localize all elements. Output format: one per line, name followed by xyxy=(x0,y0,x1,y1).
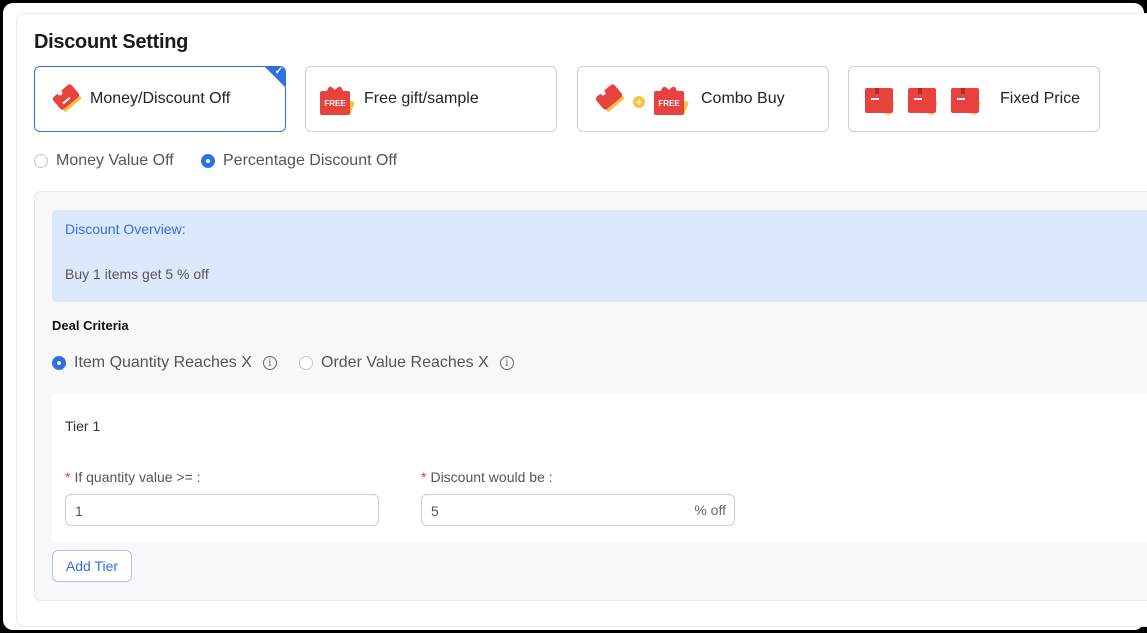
overview-text: Buy 1 items get 5 % off xyxy=(65,266,209,282)
radio-label: Item Quantity Reaches X xyxy=(74,354,252,371)
quantity-label: * If quantity value >= : xyxy=(65,469,201,485)
check-icon: ✓ xyxy=(274,66,283,77)
required-marker: * xyxy=(65,469,71,485)
svg-text:FREE: FREE xyxy=(658,99,680,108)
free-gift-icon: FREE xyxy=(317,79,357,119)
radio-percentage-discount-off[interactable]: Percentage Discount Off xyxy=(201,152,397,170)
radio-circle[interactable] xyxy=(52,356,66,370)
page-title: Discount Setting xyxy=(34,31,189,53)
info-icon[interactable]: i xyxy=(262,356,277,370)
tier-title: Tier 1 xyxy=(65,418,101,434)
radio-money-value-off[interactable]: Money Value Off xyxy=(34,152,174,170)
discount-input[interactable]: 5 % off xyxy=(421,494,735,526)
discount-label: * Discount would be : xyxy=(421,469,553,485)
radio-label: Order Value Reaches X xyxy=(321,354,489,371)
svg-text:+: + xyxy=(636,98,642,109)
discount-type-label: Free gift/sample xyxy=(364,90,479,107)
discount-type-label: Fixed Price xyxy=(1000,90,1081,107)
quantity-input[interactable]: 1 xyxy=(65,494,379,526)
deal-criteria-title: Deal Criteria xyxy=(52,318,129,333)
radio-label: Percentage Discount Off xyxy=(223,152,398,169)
discount-type-fixed-price[interactable]: Fixed Price xyxy=(848,66,1100,132)
discount-type-money-off[interactable]: Money/Discount Off ✓ xyxy=(34,66,286,132)
combo-icon: + FREE xyxy=(589,79,701,119)
required-marker: * xyxy=(421,469,427,485)
radio-item-quantity[interactable]: Item Quantity Reaches X i xyxy=(52,354,277,372)
radio-order-value[interactable]: Order Value Reaches X i xyxy=(299,354,514,372)
discount-type-label: Combo Buy xyxy=(701,90,785,107)
overview-title: Discount Overview: xyxy=(65,221,186,237)
discount-value: 5 xyxy=(431,503,439,519)
info-icon[interactable]: i xyxy=(499,356,514,370)
fixed-price-icon xyxy=(863,79,989,119)
radio-label: Money Value Off xyxy=(56,152,174,169)
svg-text:FREE: FREE xyxy=(324,99,346,108)
discount-suffix: % off xyxy=(694,502,726,518)
discount-type-free-gift[interactable]: FREE Free gift/sample xyxy=(305,66,557,132)
discount-type-label: Money/Discount Off xyxy=(90,90,231,107)
discount-overview-box xyxy=(52,210,1147,302)
quantity-label-text: If quantity value >= : xyxy=(74,469,201,485)
radio-circle[interactable] xyxy=(299,356,313,370)
radio-circle[interactable] xyxy=(34,154,48,168)
price-tag-icon xyxy=(46,79,86,119)
add-tier-button[interactable]: Add Tier xyxy=(52,550,132,582)
discount-type-combo-buy[interactable]: + FREE Combo Buy xyxy=(577,66,829,132)
discount-label-text: Discount would be : xyxy=(430,469,553,485)
quantity-value: 1 xyxy=(75,503,83,519)
radio-circle[interactable] xyxy=(201,154,215,168)
